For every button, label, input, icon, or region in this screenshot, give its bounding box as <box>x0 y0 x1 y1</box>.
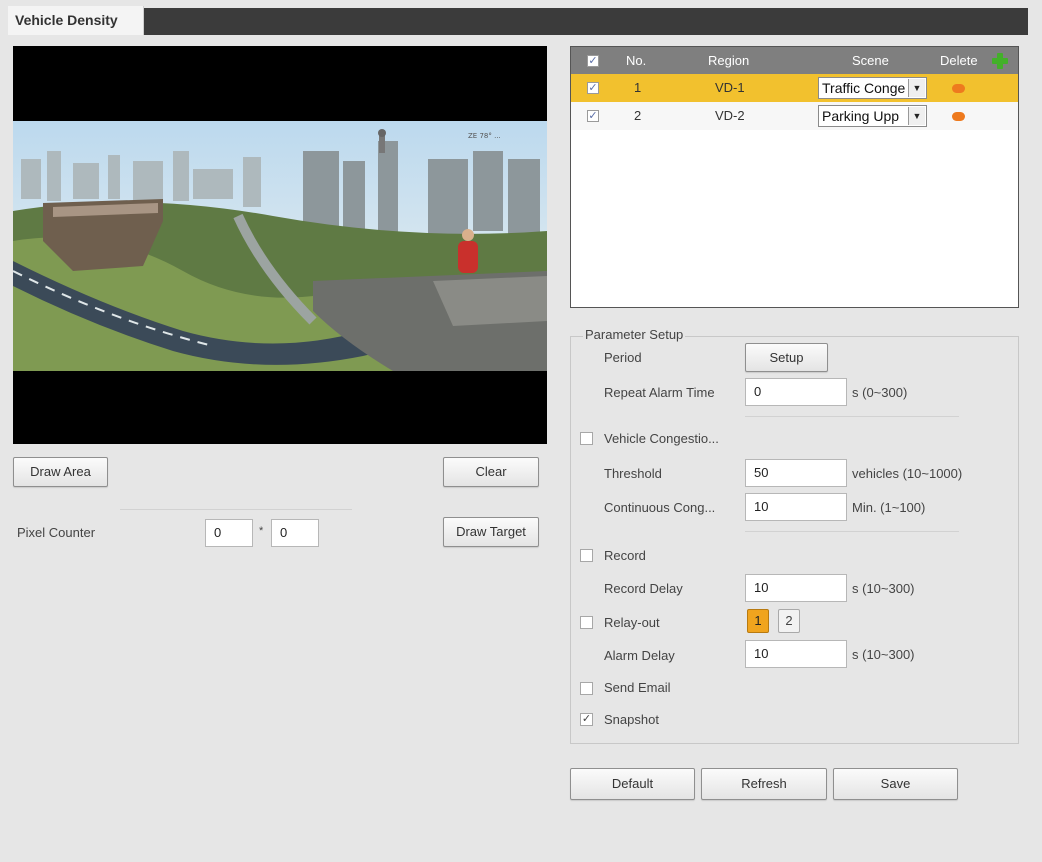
relay-1-button[interactable]: 1 <box>747 609 769 633</box>
relay-out-checkbox[interactable] <box>580 616 593 629</box>
column-no: No. <box>626 53 647 68</box>
send-email-label: Send Email <box>604 680 671 695</box>
draw-target-button[interactable]: Draw Target <box>443 517 539 547</box>
continuous-congestion-unit: Min. (1~100) <box>852 500 926 515</box>
check-icon: ✓ <box>588 55 598 67</box>
repeat-alarm-label: Repeat Alarm Time <box>604 385 715 400</box>
alarm-delay-field[interactable]: 10 <box>745 640 847 668</box>
threshold-label: Threshold <box>604 466 662 481</box>
draw-area-button[interactable]: Draw Area <box>13 457 108 487</box>
dropdown-arrow-icon: ▼ <box>908 107 925 125</box>
threshold-field[interactable]: 50 <box>745 459 847 487</box>
vehicle-congestion-label: Vehicle Congestio... <box>604 431 719 446</box>
scene-select[interactable]: Traffic Conge ▼ <box>818 77 927 99</box>
column-delete: Delete <box>940 53 978 68</box>
video-preview[interactable]: ZE 78° ... <box>13 46 547 444</box>
divider <box>745 531 959 532</box>
camera-image: ZE 78° ... <box>13 121 547 371</box>
record-delay-unit: s (10~300) <box>852 581 915 596</box>
pixel-width-field[interactable]: 0 <box>205 519 253 547</box>
dropdown-arrow-icon: ▼ <box>908 79 925 97</box>
tab-vehicle-density[interactable]: Vehicle Density <box>8 6 144 35</box>
clear-button[interactable]: Clear <box>443 457 539 487</box>
check-icon: ✓ <box>588 82 598 94</box>
vehicle-congestion-checkbox[interactable] <box>580 432 593 445</box>
column-scene: Scene <box>852 53 889 68</box>
scene-select[interactable]: Parking Upp ▼ <box>818 105 927 127</box>
refresh-button[interactable]: Refresh <box>701 768 827 800</box>
check-icon: ✓ <box>588 110 598 122</box>
snapshot-checkbox[interactable]: ✓ <box>580 713 593 726</box>
pixel-height-field[interactable]: 0 <box>271 519 319 547</box>
region-table: ✓ No. Region Scene Delete ✓ 1 VD-1 Traff… <box>570 46 1019 308</box>
tab-title: Vehicle Density <box>15 12 118 28</box>
divider <box>120 509 352 510</box>
record-delay-field[interactable]: 10 <box>745 574 847 602</box>
repeat-alarm-field[interactable]: 0 <box>745 378 847 406</box>
send-email-checkbox[interactable] <box>580 682 593 695</box>
check-icon: ✓ <box>581 713 592 725</box>
alarm-delay-unit: s (10~300) <box>852 647 915 662</box>
add-region-plus-icon[interactable] <box>992 53 1008 69</box>
table-header: ✓ No. Region Scene Delete <box>571 47 1018 74</box>
delete-region-icon[interactable] <box>952 84 965 93</box>
record-delay-label: Record Delay <box>604 581 683 596</box>
video-watermark: ZE 78° ... <box>468 132 501 140</box>
pixel-separator: * <box>259 525 264 537</box>
alarm-delay-label: Alarm Delay <box>604 648 675 663</box>
snapshot-label: Snapshot <box>604 712 659 727</box>
relay-2-button[interactable]: 2 <box>778 609 800 633</box>
continuous-congestion-field[interactable]: 10 <box>745 493 847 521</box>
row-no: 1 <box>634 80 642 95</box>
setup-button[interactable]: Setup <box>745 343 828 372</box>
tab-bar <box>8 8 1028 35</box>
table-row[interactable]: ✓ 1 VD-1 Traffic Conge ▼ <box>571 74 1018 102</box>
threshold-unit: vehicles (10~1000) <box>852 466 963 481</box>
repeat-alarm-unit: s (0~300) <box>852 385 908 400</box>
record-checkbox[interactable] <box>580 549 593 562</box>
period-label: Period <box>604 350 642 365</box>
column-region: Region <box>708 53 750 68</box>
row-checkbox[interactable]: ✓ <box>587 82 599 94</box>
delete-region-icon[interactable] <box>952 112 965 121</box>
default-button[interactable]: Default <box>570 768 695 800</box>
row-checkbox[interactable]: ✓ <box>587 110 599 122</box>
row-region: VD-1 <box>715 80 745 95</box>
scene-value: Traffic Conge <box>822 80 906 96</box>
row-no: 2 <box>634 108 642 123</box>
continuous-congestion-label: Continuous Cong... <box>604 500 716 515</box>
parameter-setup-legend: Parameter Setup <box>583 327 686 342</box>
record-label: Record <box>604 548 646 563</box>
select-all-checkbox[interactable]: ✓ <box>587 55 599 67</box>
row-region: VD-2 <box>715 108 745 123</box>
relay-out-label: Relay-out <box>604 615 660 630</box>
table-row[interactable]: ✓ 2 VD-2 Parking Upp ▼ <box>571 102 1018 130</box>
scene-value: Parking Upp <box>822 108 900 124</box>
save-button[interactable]: Save <box>833 768 958 800</box>
pixel-counter-label: Pixel Counter <box>17 525 96 540</box>
divider <box>745 416 959 417</box>
